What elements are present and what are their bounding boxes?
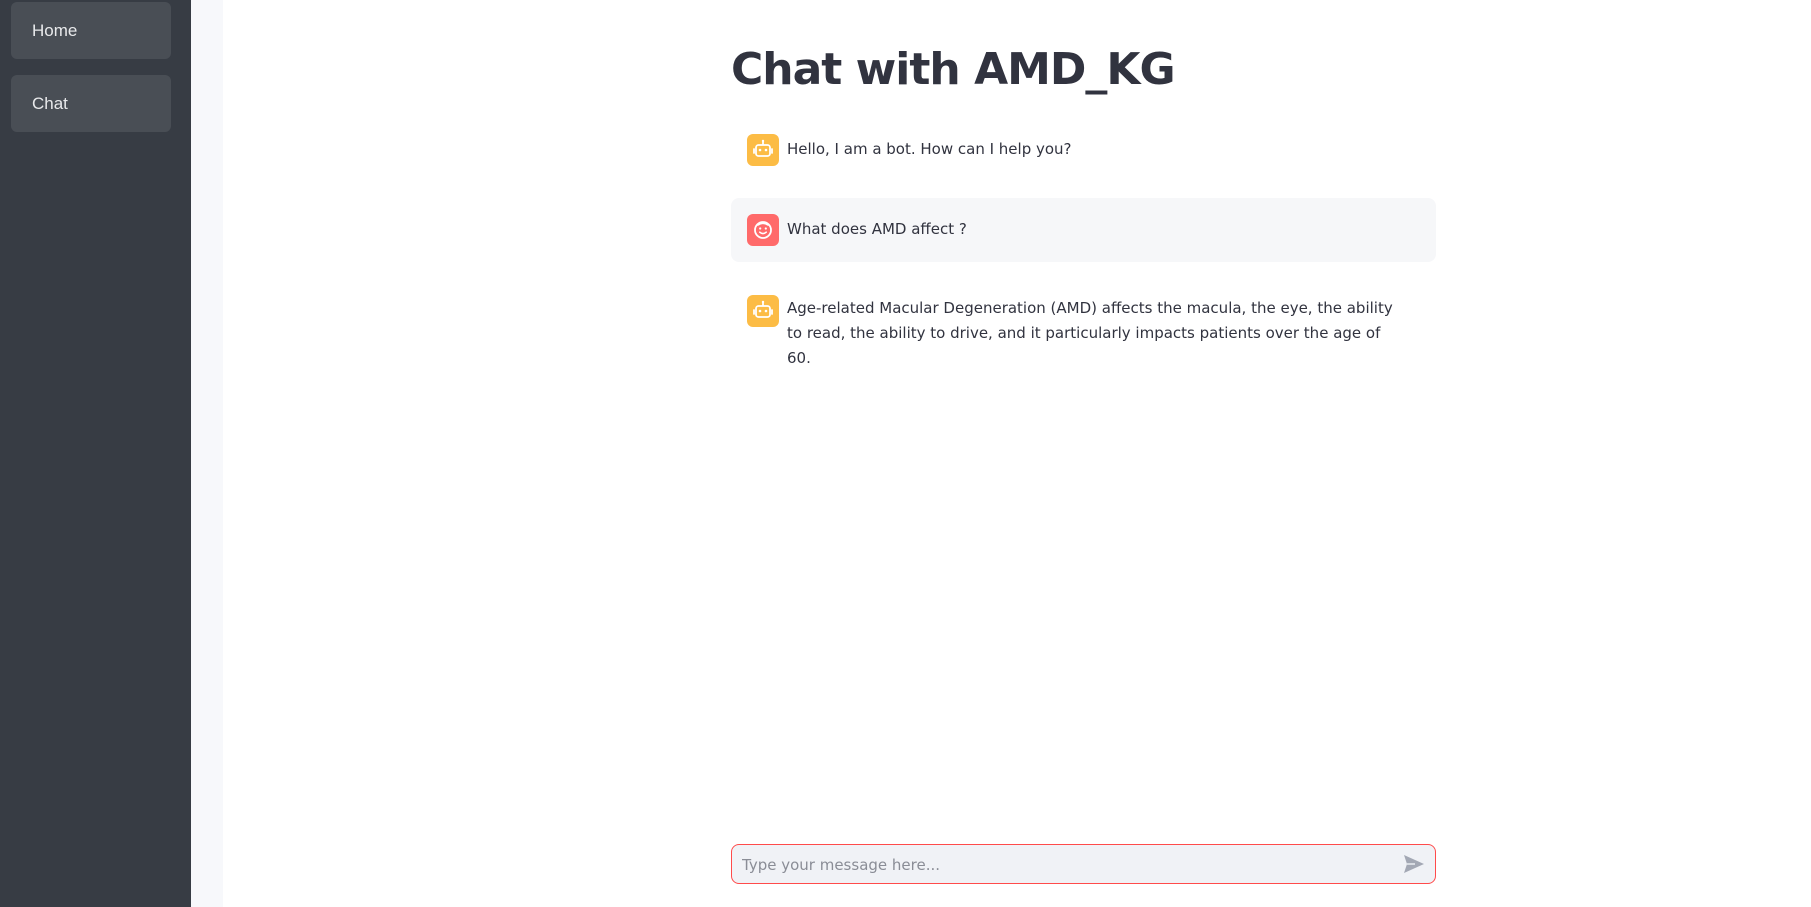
chat-message-user: What does AMD affect ? [731, 198, 1436, 262]
sidebar-item-chat[interactable]: Chat [11, 75, 171, 132]
chat-input-container [731, 844, 1436, 885]
chat-message-bot: Hello, I am a bot. How can I help you? [731, 130, 1436, 170]
page-title: Chat with AMD_KG [731, 44, 1176, 95]
sidebar: Home Chat [0, 0, 191, 907]
sidebar-gutter [191, 0, 223, 907]
send-button[interactable] [1403, 854, 1425, 874]
sidebar-item-home[interactable]: Home [11, 2, 171, 59]
message-text: Hello, I am a bot. How can I help you? [787, 140, 1072, 158]
send-arrow-icon [1404, 855, 1424, 873]
robot-icon [747, 134, 779, 166]
smiley-face-icon [747, 214, 779, 246]
main-content: Chat with AMD_KG Hello, I am a bot. How … [223, 0, 1811, 907]
chat-message-bot: Age-related Macular Degeneration (AMD) a… [731, 290, 1436, 367]
chat-input[interactable] [740, 845, 1384, 885]
message-text: What does AMD affect ? [787, 220, 967, 238]
message-text: Age-related Macular Degeneration (AMD) a… [787, 299, 1393, 367]
robot-icon [747, 295, 779, 327]
